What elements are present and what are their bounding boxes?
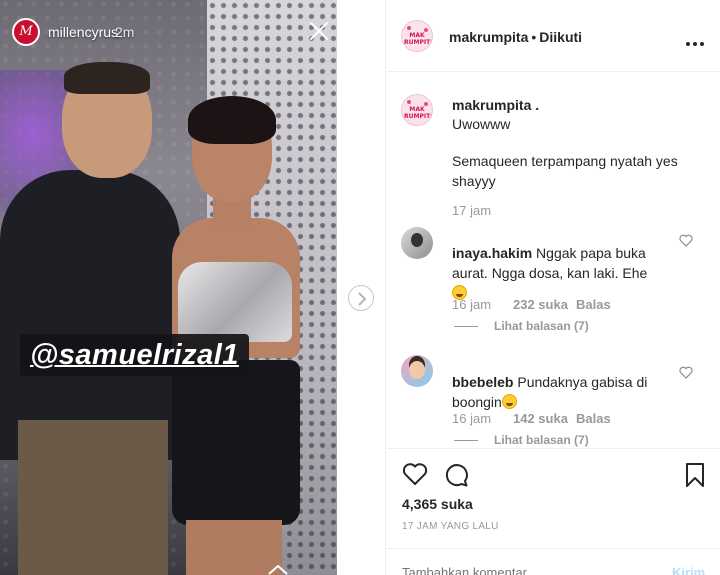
caption-text-line1: Uwowww [452,116,511,132]
bookmark-icon[interactable] [684,462,706,488]
caption-username[interactable]: makrumpita . [452,97,539,113]
photo-person-woman-skirt [172,360,300,525]
like-comment-heart-icon[interactable] [679,234,693,247]
comment-like-count[interactable]: 142 suka [513,411,568,426]
post-header: MAK RUMPITA makrumpita • Diikuti [386,0,720,72]
like-comment-heart-icon[interactable] [679,366,693,379]
caption-text-line2: Semaqueen terpampang nyatah yes shayyy [452,153,678,189]
comment-timestamp[interactable]: 16 jam [452,297,491,312]
story-mention-tag: @samuelrizal1 [20,334,249,376]
caption-timestamp[interactable]: 17 jam [452,203,491,218]
avatar-decor [407,26,411,30]
photo-person-man-pants [18,420,168,575]
story-username: millencyrus [48,24,119,40]
owner-username-line: makrumpita • Diikuti [449,29,582,45]
photo-person-woman-hair [188,96,276,144]
follow-status-button[interactable]: Diikuti [539,29,582,45]
post-actions-bar: 4,365 suka 17 JAM YANG LALU [386,448,720,548]
photo-person-woman-top [178,262,292,342]
comment-timestamp[interactable]: 16 jam [452,411,491,426]
comment-bubble-icon[interactable] [443,462,469,488]
caption-avatar[interactable]: MAK RUMPITA [401,94,433,126]
avatar-logo-text: MAK RUMPITA [404,32,433,46]
post-media[interactable]: M millencyrus 2m @samuelrizal1 [0,0,337,575]
like-heart-icon[interactable] [402,462,428,486]
add-comment-bar: Kirim [386,548,720,575]
avatar-decor [407,100,411,104]
view-replies-button[interactable]: Lihat balasan (7) [454,433,589,447]
post-side-panel: MAK RUMPITA makrumpita • Diikuti MAK RUMPI… [385,0,720,575]
view-replies-button[interactable]: Lihat balasan (7) [454,319,589,333]
close-icon [310,22,328,40]
comment-avatar[interactable] [401,227,433,259]
story-avatar: M [12,18,40,46]
comment-username[interactable]: bbebeleb [452,374,513,390]
owner-avatar[interactable]: MAK RUMPITA [401,20,433,52]
sweat-smile-emoji-icon [501,394,517,409]
photo-person-man-body [0,170,180,460]
comment-username[interactable]: inaya.hakim [452,245,532,261]
chevron-up-icon [268,564,288,575]
comment-text: inaya.hakim Nggak papa buka aurat. Ngga … [452,243,682,303]
chevron-right-icon [358,292,367,306]
comment-like-count[interactable]: 232 suka [513,297,568,312]
like-count[interactable]: 4,365 suka [402,496,473,512]
next-media-button[interactable] [348,285,374,311]
separator-dot: • [531,29,537,45]
photo-person-man-hair [64,62,150,94]
more-options-icon[interactable] [686,33,708,46]
comment-reply-button[interactable]: Balas [576,297,611,312]
comment-text: bbebeleb Pundaknya gabisa di boongin [452,372,682,412]
comment-avatar[interactable] [401,355,433,387]
owner-username[interactable]: makrumpita [449,29,528,45]
story-timestamp: 2m [115,24,135,40]
post-timestamp: 17 JAM YANG LALU [402,521,499,532]
comment-reply-button[interactable]: Balas [576,411,611,426]
post-comment-button[interactable]: Kirim [672,565,705,575]
avatar-logo-text: MAK RUMPITA [404,106,433,120]
comment-input[interactable] [402,565,652,575]
